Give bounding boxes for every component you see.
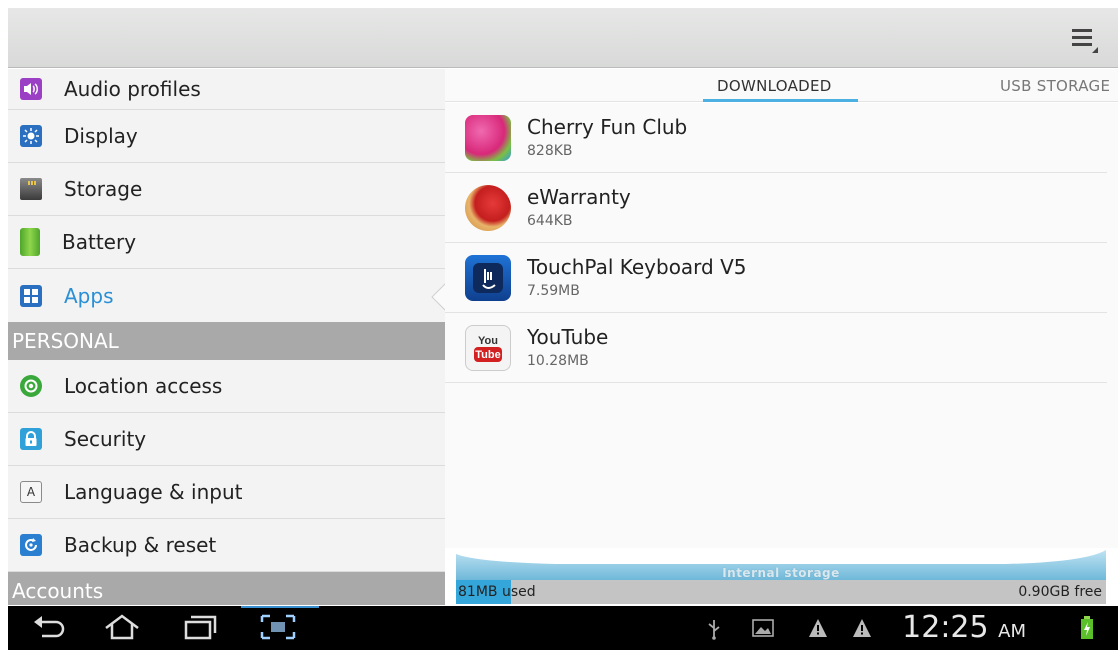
ewarranty-icon	[465, 185, 511, 231]
section-header-accounts: Accounts	[8, 572, 445, 605]
language-icon: A	[20, 481, 42, 503]
app-size: 644KB	[527, 213, 573, 229]
sidebar-item-label: Apps	[64, 283, 114, 308]
app-name: Cherry Fun Club	[527, 115, 688, 139]
app-name: YouTube	[527, 325, 609, 349]
display-icon	[20, 125, 42, 147]
gallery-icon	[752, 618, 774, 642]
system-navbar: 12:25 AM	[8, 606, 1118, 650]
svg-text:You: You	[478, 335, 498, 347]
storage-used-text: 81MB used	[458, 584, 536, 600]
backup-icon	[20, 534, 42, 556]
sidebar-item-label: Audio profiles	[64, 77, 201, 101]
usb-icon	[706, 618, 722, 644]
apps-icon	[20, 284, 42, 307]
back-button[interactable]	[30, 612, 82, 646]
nav-focus-indicator	[241, 606, 319, 608]
svg-text:Tube: Tube	[475, 349, 500, 361]
app-tabs: DOWNLOADED USB STORAGE	[445, 69, 1118, 102]
app-size: 828KB	[527, 143, 573, 159]
app-list: Cherry Fun Club 828KB eWarranty 644KB To…	[445, 103, 1118, 548]
sidebar-item-label: Battery	[62, 230, 137, 254]
sidebar-item-label: Language & input	[64, 480, 243, 504]
storage-free-text: 0.90GB free	[1018, 584, 1102, 600]
status-clock: 12:25 AM	[902, 610, 1026, 645]
action-bar	[8, 8, 1118, 68]
sidebar-item-backup-reset[interactable]: Backup & reset	[8, 519, 445, 572]
lock-icon	[20, 428, 42, 450]
youtube-icon: You Tube	[465, 325, 511, 371]
sidebar-item-label: Storage	[64, 177, 143, 201]
storage-bar: 81MB used 0.90GB free	[456, 580, 1106, 604]
list-item-touchpal[interactable]: TouchPal Keyboard V5 7.59MB	[445, 243, 1107, 313]
section-header-personal: PERSONAL	[8, 322, 445, 360]
sidebar-item-location-access[interactable]: Location access	[8, 360, 445, 413]
storage-icon	[20, 178, 42, 200]
app-size: 7.59MB	[527, 283, 580, 299]
recent-apps-icon	[184, 615, 217, 640]
location-icon	[20, 375, 42, 397]
warning-icon	[808, 618, 828, 642]
list-item-youtube[interactable]: You Tube YouTube 10.28MB	[445, 313, 1107, 383]
overflow-menu-icon[interactable]	[1064, 22, 1104, 58]
sidebar-item-label: Location access	[64, 374, 223, 398]
audio-profiles-icon	[20, 78, 42, 100]
sidebar-item-storage[interactable]: Storage	[8, 163, 445, 216]
sidebar-item-label: Display	[64, 124, 138, 148]
list-item-ewarranty[interactable]: eWarranty 644KB	[445, 173, 1107, 243]
home-button[interactable]	[100, 612, 152, 646]
recent-apps-button[interactable]	[178, 612, 230, 646]
home-icon	[105, 614, 139, 640]
sidebar-item-display[interactable]: Display	[8, 110, 445, 163]
screenshot-icon	[260, 614, 296, 640]
tab-downloaded[interactable]: DOWNLOADED	[717, 77, 832, 95]
back-icon	[34, 616, 65, 638]
sidebar-item-label: Security	[64, 427, 147, 451]
selection-notch-icon	[431, 283, 445, 311]
cherry-fun-club-icon	[465, 115, 511, 161]
storage-label: Internal storage	[722, 566, 840, 580]
touchpal-icon	[465, 255, 511, 301]
sidebar-item-security[interactable]: Security	[8, 413, 445, 466]
app-size: 10.28MB	[527, 353, 589, 369]
tab-usb-storage[interactable]: USB STORAGE	[1000, 77, 1110, 95]
screenshot-button[interactable]	[256, 612, 308, 646]
battery-icon	[20, 228, 40, 256]
battery-charging-icon	[1080, 616, 1094, 644]
sidebar-item-label: Backup & reset	[64, 533, 217, 557]
app-name: TouchPal Keyboard V5	[527, 255, 747, 279]
sidebar-item-battery[interactable]: Battery	[8, 216, 445, 269]
tab-indicator	[703, 99, 858, 102]
storage-indicator: Internal storage 81MB used 0.90GB free	[456, 546, 1106, 604]
app-name: eWarranty	[527, 185, 631, 209]
settings-sidebar: Audio profiles Display Storage Battery A…	[8, 69, 445, 605]
list-item-cherry-fun-club[interactable]: Cherry Fun Club 828KB	[445, 103, 1107, 173]
warning-icon	[852, 618, 872, 642]
sidebar-item-audio-profiles[interactable]: Audio profiles	[8, 69, 445, 110]
sidebar-item-language-input[interactable]: A Language & input	[8, 466, 445, 519]
sidebar-item-apps[interactable]: Apps	[8, 269, 445, 322]
